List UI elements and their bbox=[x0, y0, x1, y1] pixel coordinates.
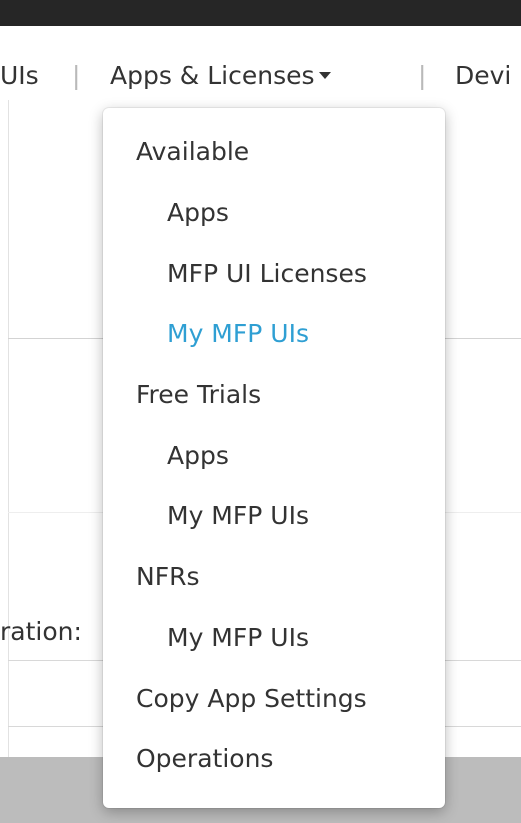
apps-licenses-dropdown: Available Apps MFP UI Licenses My MFP UI… bbox=[103, 108, 445, 808]
nav-separator: | bbox=[72, 61, 81, 90]
top-bar bbox=[0, 0, 521, 26]
menu-item-available-my-mfp-uis[interactable]: My MFP UIs bbox=[103, 304, 445, 364]
menu-item-nfrs-my-mfp-uis[interactable]: My MFP UIs bbox=[103, 608, 445, 668]
menu-item-free-trials-apps[interactable]: Apps bbox=[103, 426, 445, 486]
nav-item-my-uis[interactable]: UIs bbox=[0, 52, 39, 100]
menu-item-available[interactable]: Available bbox=[103, 122, 445, 182]
menu-item-free-trials[interactable]: Free Trials bbox=[103, 365, 445, 425]
menu-item-copy-app-settings[interactable]: Copy App Settings bbox=[103, 669, 445, 729]
caret-down-icon bbox=[318, 72, 331, 79]
menu-item-free-trials-my-mfp-uis[interactable]: My MFP UIs bbox=[103, 486, 445, 546]
nav-item-devices[interactable]: Devi bbox=[455, 52, 511, 100]
content-border bbox=[8, 100, 9, 757]
nav-item-label: Apps & Licenses bbox=[110, 61, 315, 90]
menu-item-available-apps[interactable]: Apps bbox=[103, 183, 445, 243]
field-label: ration: bbox=[0, 617, 82, 646]
nav-item-apps-licenses[interactable]: Apps & Licenses bbox=[110, 52, 331, 100]
page: UIs | Apps & Licenses | Devi ration: Ava… bbox=[0, 0, 521, 823]
menu-item-operations[interactable]: Operations bbox=[103, 729, 445, 789]
menu-item-nfrs[interactable]: NFRs bbox=[103, 547, 445, 607]
menu-item-mfp-ui-licenses[interactable]: MFP UI Licenses bbox=[103, 244, 445, 304]
nav-separator: | bbox=[418, 61, 427, 90]
